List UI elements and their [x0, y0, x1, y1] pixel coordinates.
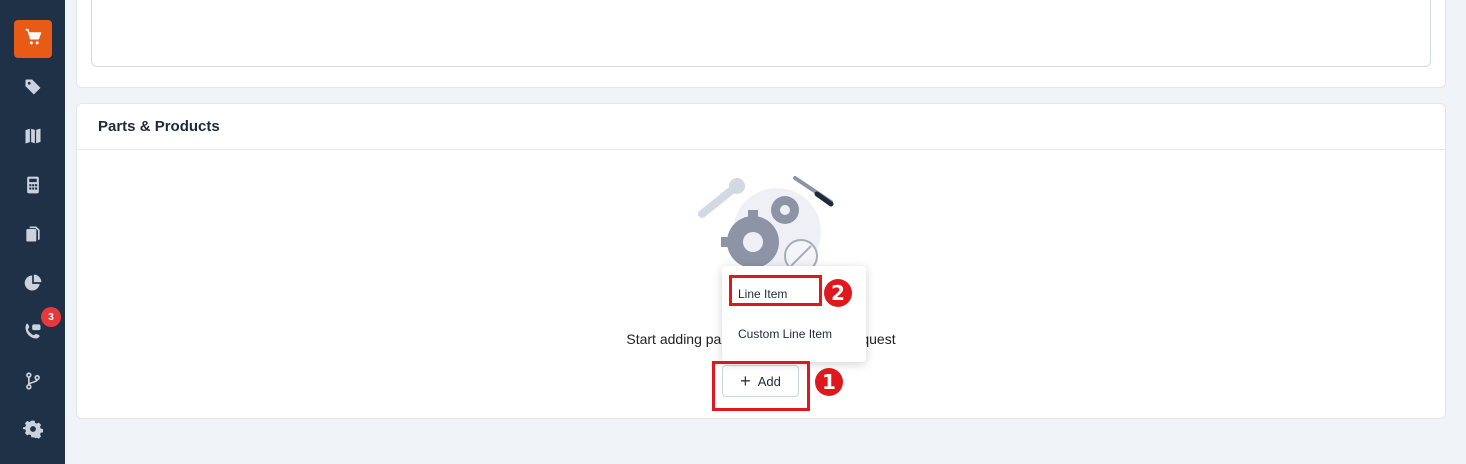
annotation-box-line-item: [729, 275, 822, 306]
notification-badge: 3: [41, 307, 61, 327]
gear-icon: [23, 419, 43, 444]
menu-item-custom-line-item[interactable]: Custom Line Item: [738, 327, 832, 341]
tag-icon: [23, 77, 43, 102]
branch-icon: [23, 371, 43, 396]
nav-map[interactable]: [14, 119, 52, 157]
pie-chart-icon: [23, 273, 43, 298]
notes-textarea[interactable]: [91, 0, 1431, 67]
nav-calculator[interactable]: [14, 168, 52, 206]
annotation-step-2: 2: [824, 279, 852, 307]
map-icon: [23, 126, 43, 151]
annotation-box-add: [712, 361, 810, 411]
empty-parts-illustration: [698, 176, 834, 274]
parts-products-title: Parts & Products: [77, 104, 1445, 150]
cart-icon: [23, 27, 43, 52]
calculator-icon: [23, 175, 43, 200]
nav-reports[interactable]: [14, 266, 52, 304]
annotation-step-1: 1: [815, 368, 843, 396]
documents-icon: [23, 224, 43, 249]
nav-documents[interactable]: [14, 217, 52, 255]
nav-workflow[interactable]: [14, 364, 52, 402]
sidebar: 3: [0, 0, 65, 464]
notes-card: [76, 0, 1446, 88]
nav-settings[interactable]: [14, 412, 52, 450]
chat-phone-icon: [23, 321, 43, 346]
nav-tags[interactable]: [14, 70, 52, 108]
nav-cart[interactable]: [14, 20, 52, 58]
